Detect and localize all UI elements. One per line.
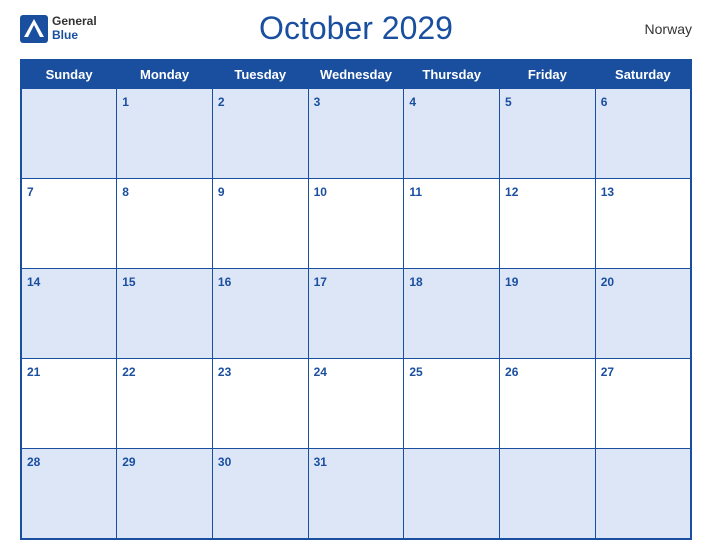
- day-number-10: 10: [314, 185, 327, 199]
- day-number-18: 18: [409, 275, 422, 289]
- day-cell-30: 30: [212, 449, 308, 539]
- day-number-11: 11: [409, 185, 422, 199]
- day-number-12: 12: [505, 185, 518, 199]
- day-cell-23: 23: [212, 359, 308, 449]
- day-cell-24: 24: [308, 359, 404, 449]
- logo: General Blue: [20, 15, 97, 43]
- day-cell-28: 28: [21, 449, 117, 539]
- day-number-1: 1: [122, 95, 129, 109]
- day-cell-10: 10: [308, 179, 404, 269]
- empty-day-cell: [500, 449, 596, 539]
- day-number-5: 5: [505, 95, 512, 109]
- day-cell-12: 12: [500, 179, 596, 269]
- weekday-sunday: Sunday: [21, 60, 117, 89]
- day-number-7: 7: [27, 185, 34, 199]
- weekday-tuesday: Tuesday: [212, 60, 308, 89]
- calendar-table: SundayMondayTuesdayWednesdayThursdayFrid…: [20, 59, 692, 540]
- day-number-8: 8: [122, 185, 129, 199]
- day-cell-9: 9: [212, 179, 308, 269]
- day-number-17: 17: [314, 275, 327, 289]
- empty-day-cell: [21, 89, 117, 179]
- day-cell-17: 17: [308, 269, 404, 359]
- day-cell-14: 14: [21, 269, 117, 359]
- day-number-25: 25: [409, 365, 422, 379]
- day-number-23: 23: [218, 365, 231, 379]
- day-number-29: 29: [122, 455, 135, 469]
- day-number-9: 9: [218, 185, 225, 199]
- day-number-2: 2: [218, 95, 225, 109]
- day-cell-29: 29: [117, 449, 213, 539]
- day-cell-15: 15: [117, 269, 213, 359]
- day-cell-11: 11: [404, 179, 500, 269]
- day-number-13: 13: [601, 185, 614, 199]
- day-number-26: 26: [505, 365, 518, 379]
- weekday-friday: Friday: [500, 60, 596, 89]
- day-number-27: 27: [601, 365, 614, 379]
- logo-blue-text: Blue: [52, 29, 97, 42]
- day-number-4: 4: [409, 95, 416, 109]
- day-cell-27: 27: [595, 359, 691, 449]
- week-row-3: 14 15 16 17 18 19 20: [21, 269, 691, 359]
- day-number-21: 21: [27, 365, 40, 379]
- day-cell-31: 31: [308, 449, 404, 539]
- day-number-20: 20: [601, 275, 614, 289]
- day-number-28: 28: [27, 455, 40, 469]
- logo-icon: [20, 15, 48, 43]
- week-row-5: 28 29 30 31: [21, 449, 691, 539]
- day-cell-20: 20: [595, 269, 691, 359]
- day-number-24: 24: [314, 365, 327, 379]
- country-label: Norway: [645, 21, 692, 37]
- day-cell-21: 21: [21, 359, 117, 449]
- month-title: October 2029: [259, 10, 453, 47]
- day-cell-19: 19: [500, 269, 596, 359]
- day-number-22: 22: [122, 365, 135, 379]
- day-cell-6: 6: [595, 89, 691, 179]
- day-cell-2: 2: [212, 89, 308, 179]
- day-cell-3: 3: [308, 89, 404, 179]
- day-number-16: 16: [218, 275, 231, 289]
- day-cell-16: 16: [212, 269, 308, 359]
- day-number-6: 6: [601, 95, 608, 109]
- week-row-1: 1 2 3 4 5 6: [21, 89, 691, 179]
- day-cell-13: 13: [595, 179, 691, 269]
- day-cell-26: 26: [500, 359, 596, 449]
- day-cell-4: 4: [404, 89, 500, 179]
- day-number-19: 19: [505, 275, 518, 289]
- weekday-wednesday: Wednesday: [308, 60, 404, 89]
- day-cell-18: 18: [404, 269, 500, 359]
- logo-text: General Blue: [52, 15, 97, 41]
- day-number-15: 15: [122, 275, 135, 289]
- day-number-14: 14: [27, 275, 40, 289]
- weekday-header-row: SundayMondayTuesdayWednesdayThursdayFrid…: [21, 60, 691, 89]
- weekday-saturday: Saturday: [595, 60, 691, 89]
- empty-day-cell: [404, 449, 500, 539]
- day-cell-1: 1: [117, 89, 213, 179]
- day-cell-8: 8: [117, 179, 213, 269]
- day-number-3: 3: [314, 95, 321, 109]
- day-cell-7: 7: [21, 179, 117, 269]
- weekday-monday: Monday: [117, 60, 213, 89]
- day-number-30: 30: [218, 455, 231, 469]
- day-cell-22: 22: [117, 359, 213, 449]
- week-row-2: 7 8 9 10 11 12 13: [21, 179, 691, 269]
- empty-day-cell: [595, 449, 691, 539]
- day-number-31: 31: [314, 455, 327, 469]
- day-cell-5: 5: [500, 89, 596, 179]
- weekday-thursday: Thursday: [404, 60, 500, 89]
- calendar-header: General Blue October 2029 Norway: [20, 10, 692, 47]
- logo-general-text: General: [52, 15, 97, 28]
- day-cell-25: 25: [404, 359, 500, 449]
- week-row-4: 21 22 23 24 25 26 27: [21, 359, 691, 449]
